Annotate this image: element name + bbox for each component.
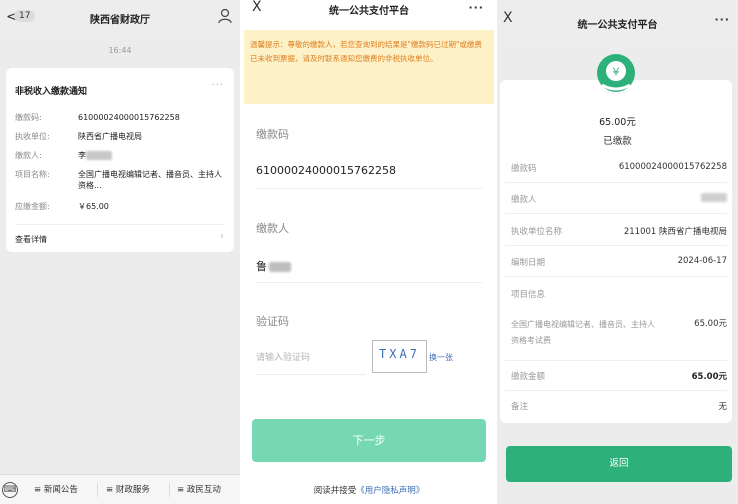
captcha-input[interactable]: 请输入验证码 bbox=[256, 350, 310, 363]
row-label: 执收单位名称 bbox=[511, 227, 563, 237]
payment-status: 已缴款 bbox=[603, 136, 632, 147]
captcha-image[interactable]: TXA7 bbox=[372, 340, 427, 373]
payment-query-panel: X 统一公共支付平台 ··· 温馨提示：尊敬的缴款人，若您查询到的结果是"缴款码… bbox=[244, 0, 494, 504]
payment-code-value: 6100002400001576225​8 bbox=[78, 113, 180, 122]
view-details-link[interactable]: 查看详情 bbox=[15, 234, 47, 245]
project-item-amount: 65.00元 bbox=[694, 319, 727, 329]
page-header: X 统一公共支付平台 ··· bbox=[497, 0, 738, 44]
payer-name: 鲁 bbox=[256, 260, 267, 273]
paid-amount: 65.00元 bbox=[599, 117, 636, 128]
project-name-value: 全国广播电视编辑记者、播音员、主持人资格... bbox=[78, 170, 222, 190]
next-step-button[interactable]: 下一步 bbox=[252, 419, 486, 462]
user-profile-icon[interactable] bbox=[218, 8, 232, 24]
divider bbox=[505, 276, 727, 277]
total-value: 65.00元 bbox=[691, 372, 727, 382]
more-options-icon[interactable]: ··· bbox=[211, 80, 224, 91]
divider bbox=[15, 224, 225, 225]
divider bbox=[505, 390, 727, 391]
menu-item-news[interactable]: ≡ 新闻公告 bbox=[34, 483, 78, 495]
more-options-icon[interactable]: ··· bbox=[714, 13, 730, 26]
chat-header: < 17 陕西省财政厅 bbox=[0, 0, 240, 36]
row-label: 缴款人: bbox=[15, 151, 42, 160]
chat-title: 陕西省财政厅 bbox=[90, 15, 150, 26]
more-options-icon[interactable]: ··· bbox=[468, 1, 484, 14]
total-label: 缴款金额 bbox=[511, 372, 546, 382]
payment-code-label: 缴款码 bbox=[256, 128, 289, 141]
remark-label: 备注 bbox=[511, 402, 529, 412]
divider bbox=[505, 245, 727, 246]
payer-name: 李 bbox=[78, 151, 86, 160]
menu-label: 新闻公告 bbox=[43, 485, 78, 495]
divider bbox=[505, 182, 727, 183]
captcha-label: 验证码 bbox=[256, 315, 289, 328]
payer-value: 李 bbox=[78, 150, 228, 161]
logo-yen-glyph: ¥ bbox=[613, 66, 620, 79]
remark-value: 无 bbox=[718, 402, 727, 412]
payer-label: 缴款人 bbox=[256, 222, 289, 235]
payment-notice-card[interactable]: 非税收入缴款通知 ··· 缴款码: 6100002400001576225​8 … bbox=[6, 68, 234, 252]
page-header: X 统一公共支付平台 ··· bbox=[244, 0, 494, 22]
agree-prefix: 阅读并接受 bbox=[313, 486, 357, 496]
menu-label: 财政服务 bbox=[115, 485, 150, 495]
payment-code-value: 6100002400001576225​8 bbox=[618, 162, 727, 172]
divider bbox=[97, 483, 98, 497]
menu-glyph-icon: ≡ bbox=[106, 485, 114, 495]
collecting-unit-value: 陕西省广播电视局 bbox=[78, 132, 142, 141]
project-item-name: 全国广播电视编辑记者、播音员、主持人资格考试费 bbox=[511, 320, 655, 345]
row-label: 编制日期 bbox=[511, 258, 546, 268]
card-title: 非税收入缴款通知 bbox=[15, 87, 88, 97]
payment-result-panel: X 统一公共支付平台 ··· ¥ 65.00元 已缴款 缴款码 61000024… bbox=[497, 0, 738, 504]
refresh-captcha-link[interactable]: 换一张 bbox=[429, 352, 453, 363]
divider bbox=[505, 213, 727, 214]
row-label: 项目名称: bbox=[15, 170, 50, 179]
payment-logo-icon: ¥ bbox=[597, 54, 635, 92]
redacted-block bbox=[701, 193, 727, 202]
message-timestamp: 16:44 bbox=[108, 46, 132, 55]
divider bbox=[256, 374, 366, 375]
divider bbox=[256, 188, 482, 189]
payment-code-input[interactable]: 610000240000157622​58 bbox=[256, 164, 396, 177]
row-label: 执收单位: bbox=[15, 132, 50, 141]
menu-glyph-icon: ≡ bbox=[177, 485, 185, 495]
menu-item-interaction[interactable]: ≡ 政民互动 bbox=[177, 483, 221, 495]
privacy-policy-link[interactable]: 《用户隐私声明》 bbox=[356, 486, 424, 496]
notice-text: 温馨提示：尊敬的缴款人，若您查询到的结果是"缴款码已过期"或缴费已未收到票据，请… bbox=[250, 40, 482, 63]
row-label: 缴款码: bbox=[15, 113, 42, 122]
page-title: 统一公共支付平台 bbox=[577, 20, 658, 31]
divider bbox=[256, 282, 482, 283]
row-label: 缴款码 bbox=[511, 164, 537, 174]
project-info-label: 项目信息 bbox=[511, 290, 546, 300]
menu-glyph-icon: ≡ bbox=[34, 485, 42, 495]
payer-value bbox=[701, 193, 727, 203]
divider bbox=[505, 360, 727, 361]
collecting-unit-value: 211001 陕西省广播电视局 bbox=[623, 227, 727, 237]
divider bbox=[169, 483, 170, 497]
menu-item-finance[interactable]: ≡ 财政服务 bbox=[106, 483, 150, 495]
menu-bar: ⌨ ≡ 新闻公告 ≡ 财政服务 ≡ 政民互动 bbox=[0, 474, 240, 504]
keyboard-icon[interactable]: ⌨ bbox=[2, 482, 18, 498]
payer-input[interactable]: 鲁 bbox=[256, 258, 291, 274]
issue-date-value: 2024-06-17 bbox=[677, 256, 727, 266]
menu-label: 政民互动 bbox=[186, 485, 221, 495]
row-label: 缴款人 bbox=[511, 195, 537, 205]
warning-notice: 温馨提示：尊敬的缴款人，若您查询到的结果是"缴款码已过期"或缴费已未收到票据，请… bbox=[244, 30, 494, 104]
redacted-block bbox=[269, 262, 291, 272]
page-title: 统一公共支付平台 bbox=[329, 6, 409, 17]
chevron-right-icon: › bbox=[220, 231, 224, 242]
return-button[interactable]: 返回 bbox=[506, 446, 732, 482]
row-label: 应缴金额: bbox=[15, 202, 50, 211]
amount-due-value: ￥65.00 bbox=[78, 202, 109, 211]
privacy-agreement: 阅读并接受《用户隐私声明》 bbox=[244, 484, 494, 496]
wechat-chat-panel: < 17 陕西省财政厅 16:44 非税收入缴款通知 ··· 缴款码: 6100… bbox=[0, 0, 240, 504]
redacted-block bbox=[86, 151, 112, 160]
